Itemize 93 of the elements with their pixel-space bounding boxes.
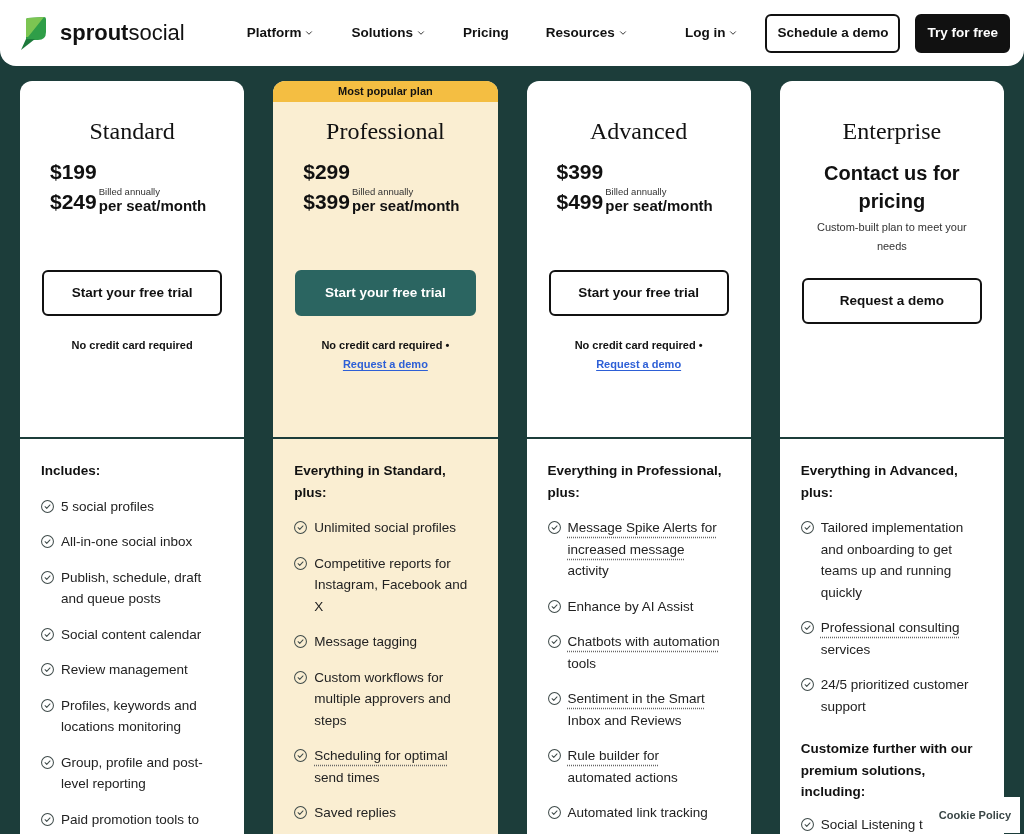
check-circle-icon (41, 812, 54, 826)
price-unit: per seat/month (351, 197, 460, 215)
check-circle-icon (41, 755, 54, 769)
check-circle-icon (41, 499, 54, 513)
feature-text: Enhance by AI Assist (567, 597, 694, 616)
features-heading: Everything in Professional, plus: (547, 462, 723, 502)
price: $249 (50, 189, 97, 215)
plan-cta-button[interactable]: Start your free trial (548, 270, 729, 316)
check-circle-icon (800, 818, 814, 831)
plan-name: Professional (326, 117, 445, 146)
check-circle-icon (41, 698, 54, 712)
feature-text: Professional consulting services (820, 619, 961, 659)
schedule-demo-button[interactable]: Schedule a demo (765, 13, 901, 53)
plan-name: Enterprise (842, 117, 942, 146)
plan-cta-button[interactable]: Start your free trial (295, 270, 476, 316)
price-unit: per seat/month (605, 197, 713, 215)
nav-link[interactable]: Solutions (351, 22, 426, 44)
feature-text: Competitive reports for Instagram, Facebook and X (314, 554, 469, 616)
no-credit-card-note: No credit card required • (321, 338, 450, 353)
feature-text: Custom workflows for multiple approvers and steps (314, 668, 452, 730)
check-circle-icon (41, 570, 54, 584)
check-circle-icon (294, 670, 308, 684)
check-circle-icon (294, 806, 308, 819)
no-credit-card-note: No credit card required • (574, 338, 703, 353)
feature-text: Automated link tracking (567, 804, 708, 822)
check-circle-icon (547, 749, 561, 762)
feature-text: Publish, schedule, draft and queue posts (61, 568, 203, 608)
feature-text: Profiles, keywords and locations monitoring (61, 696, 198, 736)
plan-cta-button[interactable]: Start your free trial (42, 270, 223, 316)
feature-text: Tailored implementation and onboarding to get teams up and running quickly (820, 519, 965, 602)
no-credit-card-note: No credit card required (71, 338, 193, 353)
chevron-down-icon (304, 28, 315, 38)
check-circle-icon (547, 806, 561, 819)
feature-text: Scheduling for optimal send times (314, 747, 449, 787)
feature-text: Saved replies (314, 804, 397, 822)
check-circle-icon (800, 678, 814, 691)
login-link[interactable]: Log in (684, 22, 739, 44)
feature-text: Chatbots with automation tools (567, 633, 721, 673)
feature-text: Social content calendar (61, 625, 202, 644)
price: $399 (303, 189, 350, 215)
check-circle-icon (294, 521, 308, 534)
feature-text: Social Listening t (820, 815, 923, 834)
try-free-button[interactable]: Try for free (915, 13, 1010, 53)
billing-note: Billed annually (98, 186, 160, 197)
request-demo-link[interactable]: Request a demo (342, 355, 428, 374)
plan-name: Standard (89, 117, 175, 146)
features-heading: Includes: (41, 462, 101, 480)
feature-text: All-in-one social inbox (61, 533, 193, 551)
check-circle-icon (800, 621, 814, 634)
feature-text: Message Spike Alerts for increased message activity (567, 519, 718, 580)
feature-text: Rule builder for automated actions (567, 747, 679, 787)
leaf-logo-icon (20, 16, 46, 50)
check-circle-icon (41, 535, 54, 548)
price-unit: per seat/month (98, 197, 207, 215)
check-circle-icon (547, 692, 561, 705)
nav-link[interactable]: Pricing (462, 22, 509, 44)
plan-description: Custom-built plan to meet your needs (815, 220, 968, 254)
chevron-down-icon (617, 28, 628, 38)
plan-name: Advanced (589, 117, 688, 146)
nav-link[interactable]: Platform (246, 22, 315, 44)
price: $299 (303, 159, 350, 185)
features-heading: Everything in Standard, plus: (294, 462, 447, 502)
feature-text: 5 social profiles (61, 497, 155, 516)
logo-wordmark[interactable]: sproutsocial (60, 20, 185, 46)
contact-heading: Contact us for pricing (823, 161, 961, 214)
feature-text: Unlimited social profiles (314, 519, 457, 537)
feature-text: Paid promotion tools to (61, 810, 200, 829)
price: $199 (50, 159, 97, 185)
check-circle-icon (547, 635, 561, 648)
nav-link[interactable]: Resources (545, 22, 628, 44)
feature-text: Group, profile and post-level reporting (61, 753, 204, 793)
check-circle-icon (800, 521, 814, 534)
check-circle-icon (294, 635, 308, 648)
check-circle-icon (41, 627, 54, 641)
features-heading: Everything in Advanced, plus: (800, 462, 959, 502)
chevron-down-icon (728, 28, 739, 38)
request-demo-link[interactable]: Request a demo (596, 355, 682, 374)
check-circle-icon (547, 599, 561, 613)
check-circle-icon (41, 663, 54, 676)
most-popular-banner: Most popular plan (273, 81, 498, 102)
feature-text: Message tagging (314, 633, 418, 651)
feature-text: 24/5 prioritized customer support (820, 676, 970, 716)
chevron-down-icon (415, 28, 426, 38)
billing-note: Billed annually (351, 186, 414, 197)
plan-cta-button[interactable]: Request a demo (801, 278, 982, 324)
check-circle-icon (294, 556, 308, 570)
price: $499 (556, 189, 604, 215)
check-circle-icon (294, 749, 308, 762)
billing-note: Billed annually (605, 186, 667, 197)
price: $399 (556, 159, 604, 185)
check-circle-icon (547, 521, 561, 534)
feature-text: Sentiment in the Smart Inbox and Reviews (567, 690, 706, 730)
feature-text: Review management (61, 661, 188, 679)
